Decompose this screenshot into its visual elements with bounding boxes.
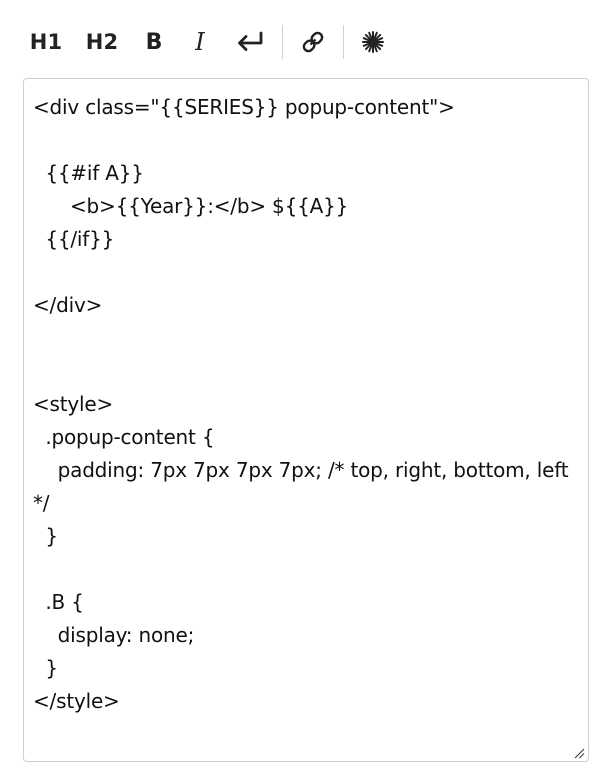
link-icon	[301, 30, 325, 54]
resize-handle-icon[interactable]	[573, 746, 585, 759]
enter-return-icon	[235, 30, 265, 54]
italic-label: I	[195, 28, 205, 56]
h2-label: H2	[85, 30, 119, 54]
link-button[interactable]	[283, 20, 343, 64]
italic-button[interactable]: I	[174, 20, 226, 64]
sparkle-icon	[361, 30, 385, 54]
h1-label: H1	[29, 30, 63, 54]
bold-button[interactable]: B	[134, 20, 174, 64]
editor-toolbar: H1 H2 B I	[22, 18, 582, 66]
special-button[interactable]	[344, 20, 402, 64]
line-break-button[interactable]	[226, 20, 274, 64]
h1-button[interactable]: H1	[22, 20, 70, 64]
editor-text[interactable]: <div class="{{SERIES}} popup-content"> {…	[33, 91, 588, 718]
code-editor[interactable]: <div class="{{SERIES}} popup-content"> {…	[23, 78, 589, 762]
h2-button[interactable]: H2	[70, 20, 134, 64]
bold-label: B	[145, 29, 163, 55]
